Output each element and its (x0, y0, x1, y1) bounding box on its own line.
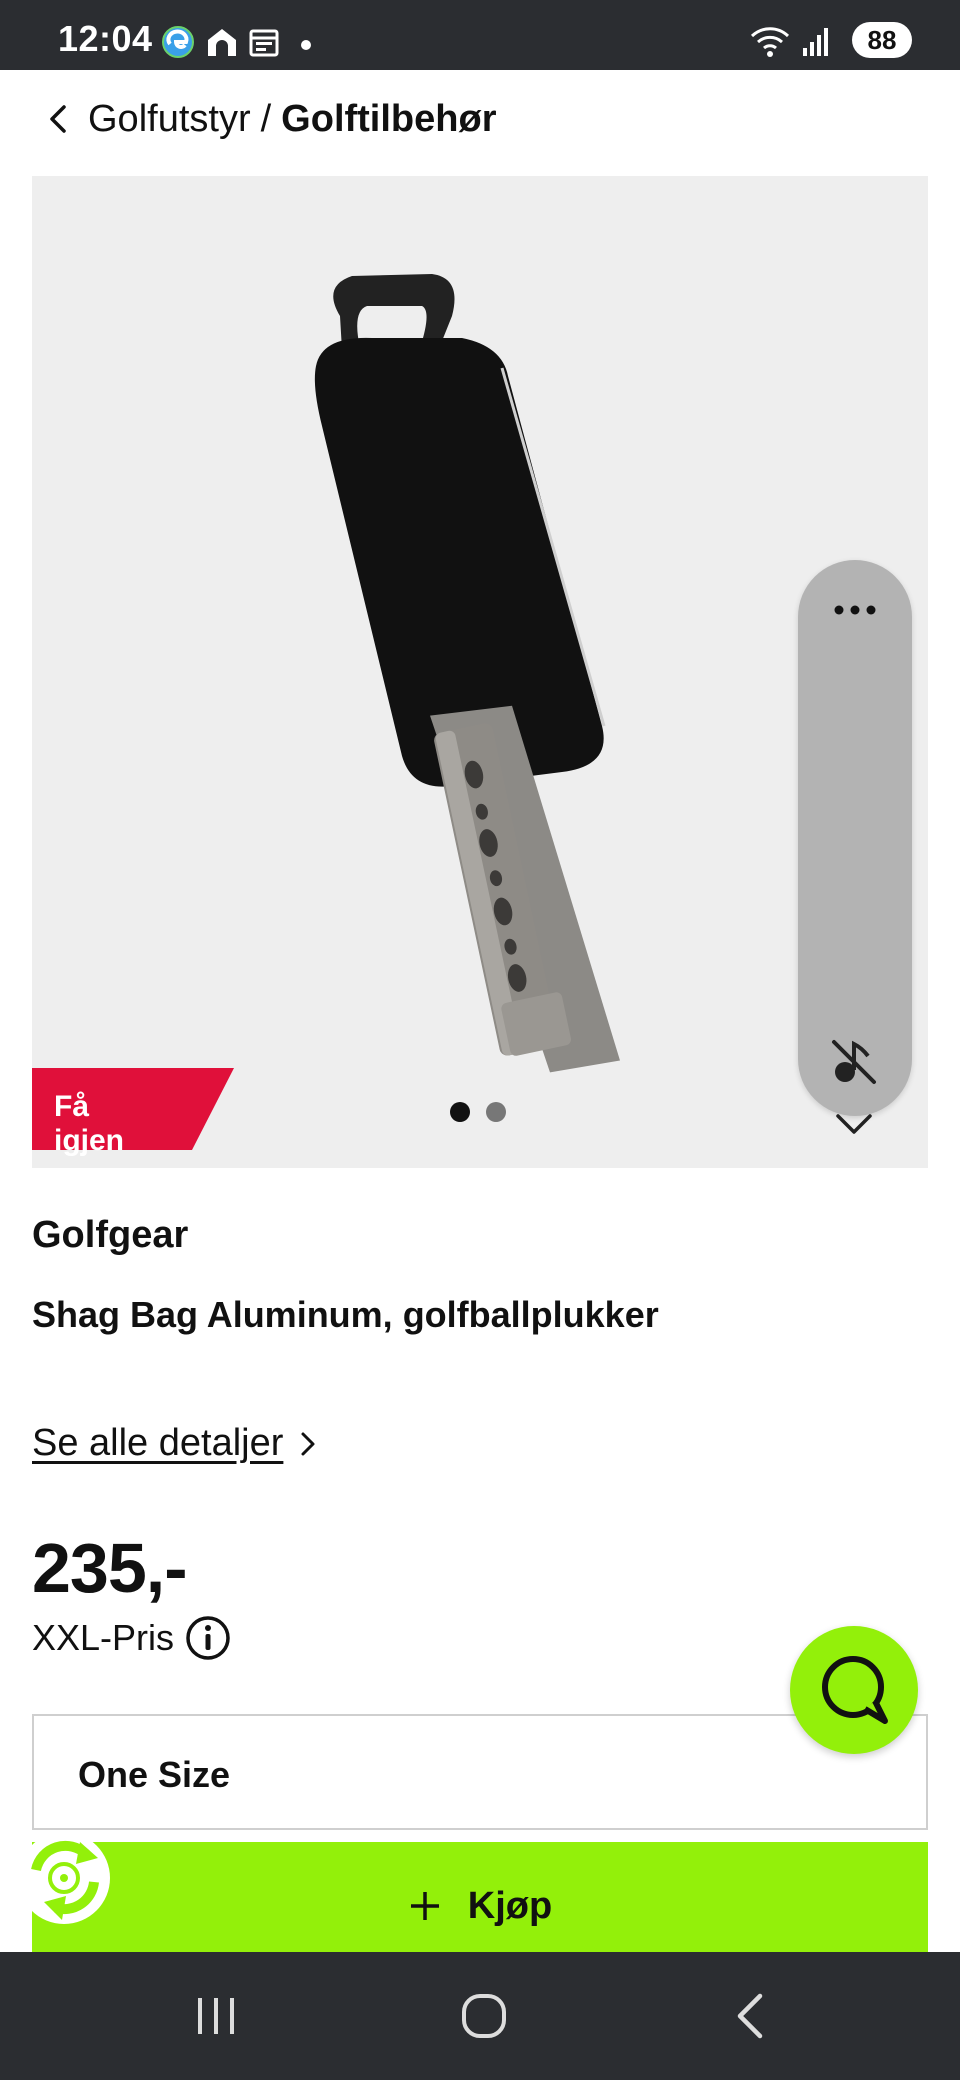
product-image (314, 274, 620, 1073)
plus-icon (410, 1892, 439, 1920)
breadcrumb-parent-link[interactable]: Golfutstyr (88, 98, 251, 141)
product-title: Shag Bag Aluminum, golfballplukker (32, 1294, 659, 1335)
product-brand[interactable]: Golfgear (32, 1214, 188, 1257)
system-nav-bar (0, 1952, 960, 2080)
recycle-icon[interactable] (16, 1830, 112, 1926)
chat-bubble-icon (822, 1656, 888, 1724)
gallery-pagination (450, 1102, 506, 1122)
floating-media-panel[interactable] (798, 560, 912, 1116)
size-selected-value: One Size (78, 1754, 231, 1795)
see-all-details-link[interactable]: Se alle detaljer (32, 1422, 323, 1465)
product-price: 235,- (32, 1529, 188, 1607)
battery-indicator: 88 (852, 22, 912, 58)
chevron-left-icon[interactable] (40, 99, 80, 139)
status-bar: 12:04 88 (0, 0, 960, 70)
chevron-right-icon (301, 1432, 315, 1455)
chat-button[interactable] (790, 1626, 918, 1754)
gallery-dot-2[interactable] (486, 1102, 506, 1122)
price-label: XXL-Pris (32, 1617, 175, 1658)
buy-button-content: Kjøp (32, 1842, 928, 1962)
more-icon[interactable] (830, 600, 880, 620)
home-app-icon (208, 29, 236, 56)
chevron-down-icon[interactable] (834, 1112, 874, 1136)
mute-icon[interactable] (828, 1036, 880, 1088)
price-label-row: XXL-Pris (32, 1614, 232, 1662)
breadcrumb-separator: / (260, 97, 272, 140)
buy-button-label: Kjøp (467, 1884, 553, 1927)
status-icons-left (160, 24, 280, 60)
edge-browser-icon (162, 26, 194, 58)
breadcrumb-current[interactable]: Golftilbehør (281, 98, 496, 141)
recent-apps-icon[interactable] (188, 1988, 244, 2044)
status-time: 12:04 (58, 18, 153, 59)
notification-dot (301, 40, 311, 50)
home-icon[interactable] (456, 1988, 512, 2044)
size-selector[interactable]: One Size (32, 1714, 928, 1830)
gallery-dot-1[interactable] (450, 1102, 470, 1122)
details-link-label: Se alle detaljer (32, 1422, 284, 1464)
status-icons-right (750, 24, 830, 58)
back-icon[interactable] (724, 1988, 780, 2044)
badge-label: Få igjen (54, 1090, 125, 1157)
signal-icon (803, 28, 828, 56)
calendar-icon (249, 29, 279, 57)
wifi-icon (750, 27, 790, 57)
info-icon[interactable] (184, 1614, 232, 1662)
buy-button[interactable]: Kjøp (32, 1842, 928, 1962)
product-image-gallery[interactable]: Få igjen (32, 176, 928, 1168)
screen: 12:04 88 Golfutstyr / Golftilbehør Få ig… (0, 0, 960, 2080)
breadcrumb: Golfutstyr / Golftilbehør (40, 94, 496, 144)
